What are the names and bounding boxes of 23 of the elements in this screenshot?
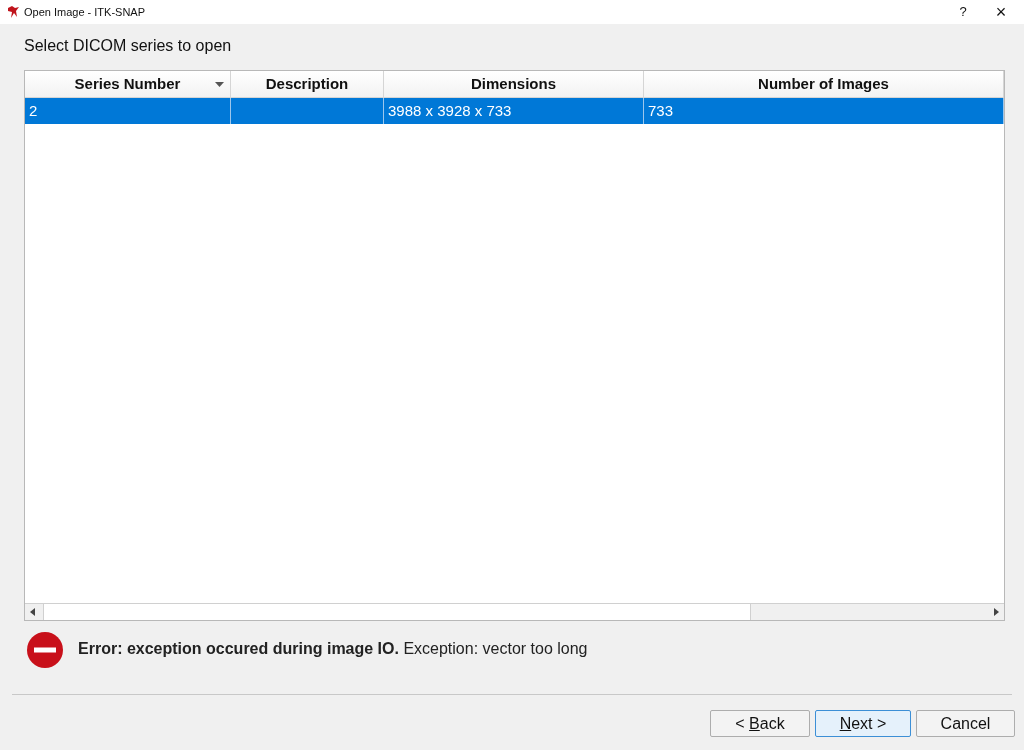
table-cell: 2 — [25, 98, 231, 124]
column-header[interactable]: Description — [231, 71, 384, 97]
app-logo-icon — [6, 5, 20, 19]
sort-indicator-icon — [215, 82, 224, 87]
scroll-left-icon[interactable] — [29, 608, 37, 616]
error-message: Error: exception occured during image IO. Exception: vector too long — [78, 639, 588, 659]
wizard-button[interactable]: Cancel — [916, 710, 1015, 737]
window-title: Open Image - ITK-SNAP — [24, 4, 146, 20]
scrollbar-thumb[interactable] — [43, 604, 751, 620]
column-header[interactable]: Series Number — [25, 71, 231, 97]
close-button[interactable]: × — [978, 0, 1024, 26]
error-icon — [26, 631, 64, 669]
dialog-heading: Select DICOM series to open — [24, 36, 233, 56]
column-header[interactable]: Dimensions — [384, 71, 644, 97]
table-row[interactable]: 2 3988 x 3928 x 733 733 — [25, 98, 1004, 124]
column-header[interactable]: Number of Images — [644, 71, 1004, 97]
wizard-button[interactable]: < Back — [710, 710, 810, 737]
help-button[interactable]: ? — [948, 2, 978, 22]
wizard-button[interactable]: Next > — [815, 710, 911, 737]
horizontal-scrollbar[interactable] — [25, 603, 1004, 620]
scroll-right-icon[interactable] — [992, 608, 1000, 616]
table-cell: 733 — [644, 98, 1004, 124]
table-cell: 3988 x 3928 x 733 — [384, 98, 644, 124]
